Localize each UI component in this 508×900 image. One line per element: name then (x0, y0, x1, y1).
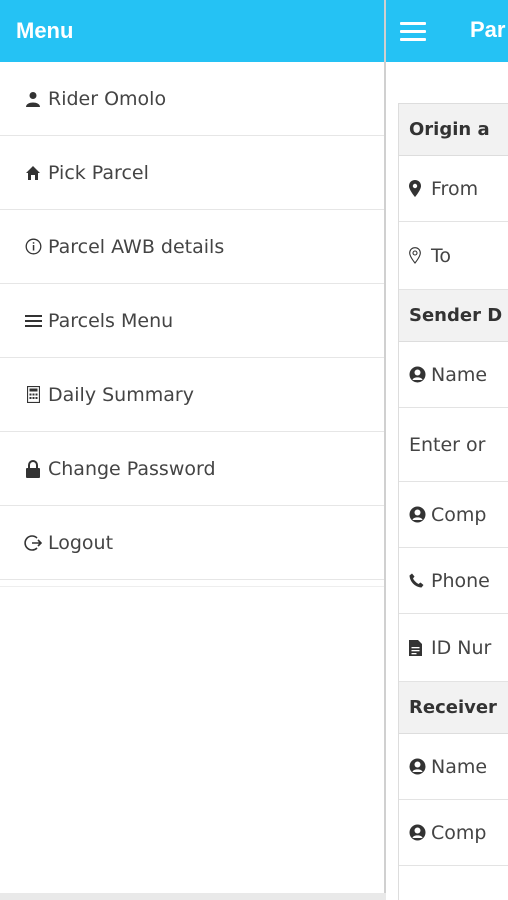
menu-item-rider-profile[interactable]: Rider Omolo (0, 62, 384, 136)
main-panel: Par Origin a From To Sender D Name Enter… (386, 0, 508, 900)
menu-item-pick-parcel[interactable]: Pick Parcel (0, 136, 384, 210)
menu-item-logout[interactable]: Logout (0, 506, 384, 580)
receiver-name-field[interactable]: Name (399, 734, 508, 800)
menu-item-label: Rider Omolo (48, 87, 167, 110)
to-field[interactable]: To (399, 222, 508, 290)
menu-item-change-password[interactable]: Change Password (0, 432, 384, 506)
parcel-form: Origin a From To Sender D Name Enter or (398, 103, 508, 900)
phone-icon (409, 573, 427, 588)
section-receiver: Receiver (399, 682, 508, 734)
list-icon (22, 314, 44, 328)
menu-item-label: Pick Parcel (48, 161, 149, 184)
form-row (399, 866, 508, 900)
map-marker-outline-icon (409, 247, 427, 264)
drawer-divider (0, 580, 384, 587)
home-icon (22, 165, 44, 181)
sender-phone-field[interactable]: Phone (399, 548, 508, 614)
from-label: From (431, 177, 479, 200)
section-title: Sender D (409, 305, 503, 326)
field-label: Comp (431, 503, 487, 526)
field-placeholder: Enter or (409, 433, 486, 456)
receiver-company-field[interactable]: Comp (399, 800, 508, 866)
user-circle-icon (409, 824, 427, 841)
menu-item-label: Parcels Menu (48, 309, 174, 332)
app-bar: Par (386, 0, 508, 62)
from-field[interactable]: From (399, 156, 508, 222)
user-circle-icon (409, 366, 427, 383)
section-origin: Origin a (399, 104, 508, 156)
menu-item-label: Parcel AWB details (48, 235, 225, 258)
field-label: Comp (431, 821, 487, 844)
page-title: Par (470, 17, 506, 42)
user-icon (22, 91, 44, 107)
drawer-title: Menu (16, 18, 74, 43)
to-label: To (431, 244, 452, 267)
menu-item-label: Change Password (48, 457, 216, 480)
menu-item-parcels-menu[interactable]: Parcels Menu (0, 284, 384, 358)
section-title: Receiver (409, 697, 497, 718)
menu-item-label: Logout (48, 531, 114, 554)
menu-item-daily-summary[interactable]: Daily Summary (0, 358, 384, 432)
sender-id-field[interactable]: ID Nur (399, 614, 508, 682)
sender-enter-field[interactable]: Enter or (399, 408, 508, 482)
field-label: Name (431, 363, 488, 386)
user-circle-icon (409, 506, 427, 523)
sender-name-field[interactable]: Name (399, 342, 508, 408)
user-circle-icon (409, 758, 427, 775)
navigation-drawer: Menu Rider Omolo Pick Parcel Parcel AWB … (0, 0, 386, 893)
field-label: ID Nur (431, 636, 492, 659)
logout-icon (22, 534, 44, 552)
field-label: Phone (431, 569, 490, 592)
map-marker-icon (409, 180, 427, 197)
hamburger-menu-icon[interactable] (400, 22, 426, 42)
menu-item-parcel-awb-details[interactable]: Parcel AWB details (0, 210, 384, 284)
calculator-icon (22, 386, 44, 403)
section-title: Origin a (409, 119, 490, 140)
field-label: Name (431, 755, 488, 778)
sender-company-field[interactable]: Comp (399, 482, 508, 548)
drawer-header: Menu (0, 0, 384, 62)
info-icon (22, 238, 44, 255)
id-card-icon (409, 639, 427, 656)
menu-item-label: Daily Summary (48, 383, 194, 406)
section-sender: Sender D (399, 290, 508, 342)
lock-icon (22, 459, 44, 478)
